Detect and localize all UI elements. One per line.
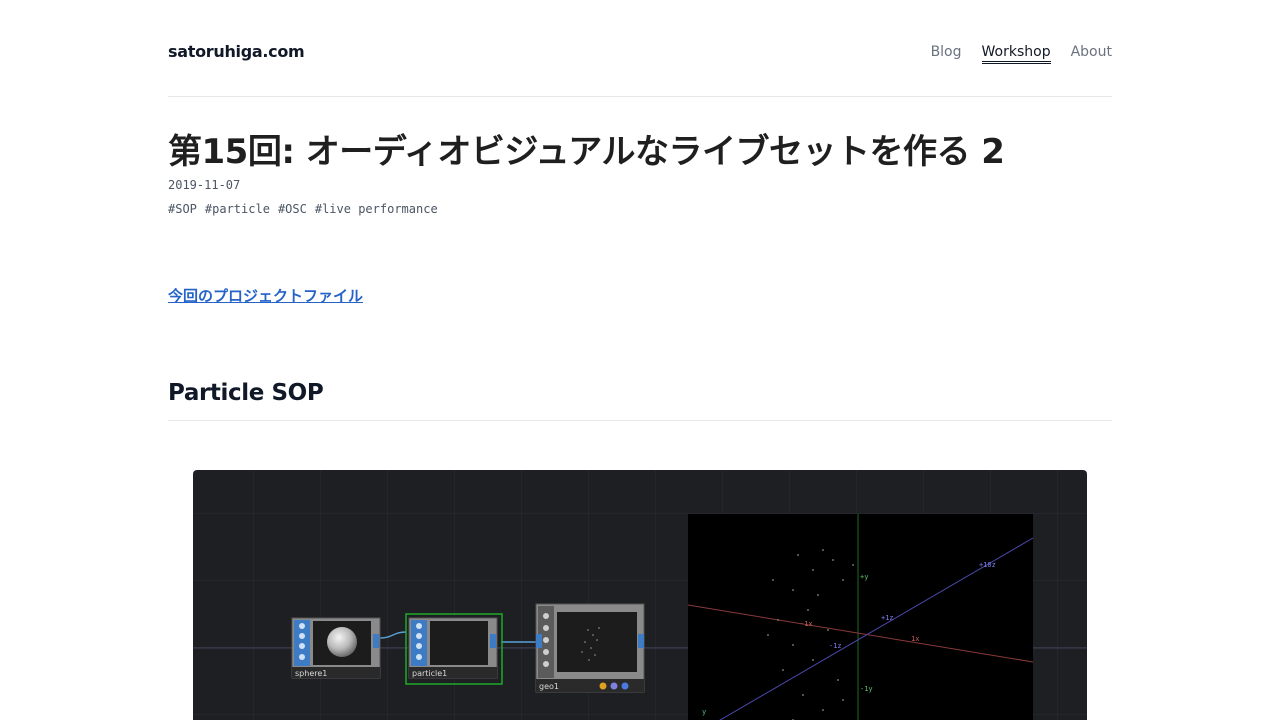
- site-title-link[interactable]: satoruhiga.com: [168, 42, 305, 61]
- axis-label-z-neg: -1z: [829, 642, 842, 650]
- axis-label-y-neg: -1y: [860, 685, 873, 693]
- sphere-preview-icon: [327, 627, 357, 657]
- main-nav: Blog Workshop About: [931, 44, 1112, 64]
- site-header: satoruhiga.com Blog Workshop About: [168, 30, 1112, 97]
- nav-workshop-link[interactable]: Workshop: [981, 44, 1051, 64]
- network-editor-image: sphere1 particle1 geo1 +y -1y 1x -1x +1z…: [193, 470, 1087, 720]
- nav-about-link[interactable]: About: [1071, 44, 1112, 64]
- tag-osc[interactable]: #OSC: [278, 202, 307, 216]
- sphere1-node[interactable]: sphere1: [291, 617, 381, 679]
- axis-label-z-pos: +1z: [881, 614, 894, 622]
- section-heading-particle-sop: Particle SOP: [168, 380, 1112, 421]
- geo1-node[interactable]: geo1: [535, 603, 645, 693]
- axis-label-x-neg: -1x: [800, 620, 813, 628]
- tag-live-performance[interactable]: #live performance: [315, 202, 438, 216]
- tag-sop[interactable]: #SOP: [168, 202, 197, 216]
- nav-blog-link[interactable]: Blog: [931, 44, 962, 64]
- post-tags: #SOP #particle #OSC #live performance: [168, 202, 438, 216]
- project-file-link[interactable]: 今回のプロジェクトファイル: [168, 285, 363, 306]
- particle1-label: particle1: [412, 669, 447, 678]
- sphere1-label: sphere1: [295, 669, 327, 678]
- geo1-label: geo1: [539, 682, 559, 691]
- axis-label-x-pos: 1x: [911, 635, 919, 643]
- axis-label-y-bottom: y: [702, 708, 706, 716]
- axis-label-z-far: +10z: [979, 561, 996, 569]
- touchdesigner-network-screenshot: sphere1 particle1 geo1 +y -1y 1x -1x +1z…: [193, 470, 1087, 720]
- post-title: 第15回: オーディオビジュアルなライブセットを作る 2: [168, 132, 1005, 172]
- geometry-viewport[interactable]: +y -1y 1x -1x +1z -1z +10z y: [687, 514, 1034, 720]
- post-date: 2019-11-07: [168, 178, 241, 192]
- axis-label-y-pos: +y: [860, 573, 868, 581]
- particle1-node[interactable]: particle1: [405, 613, 503, 685]
- tag-particle[interactable]: #particle: [205, 202, 270, 216]
